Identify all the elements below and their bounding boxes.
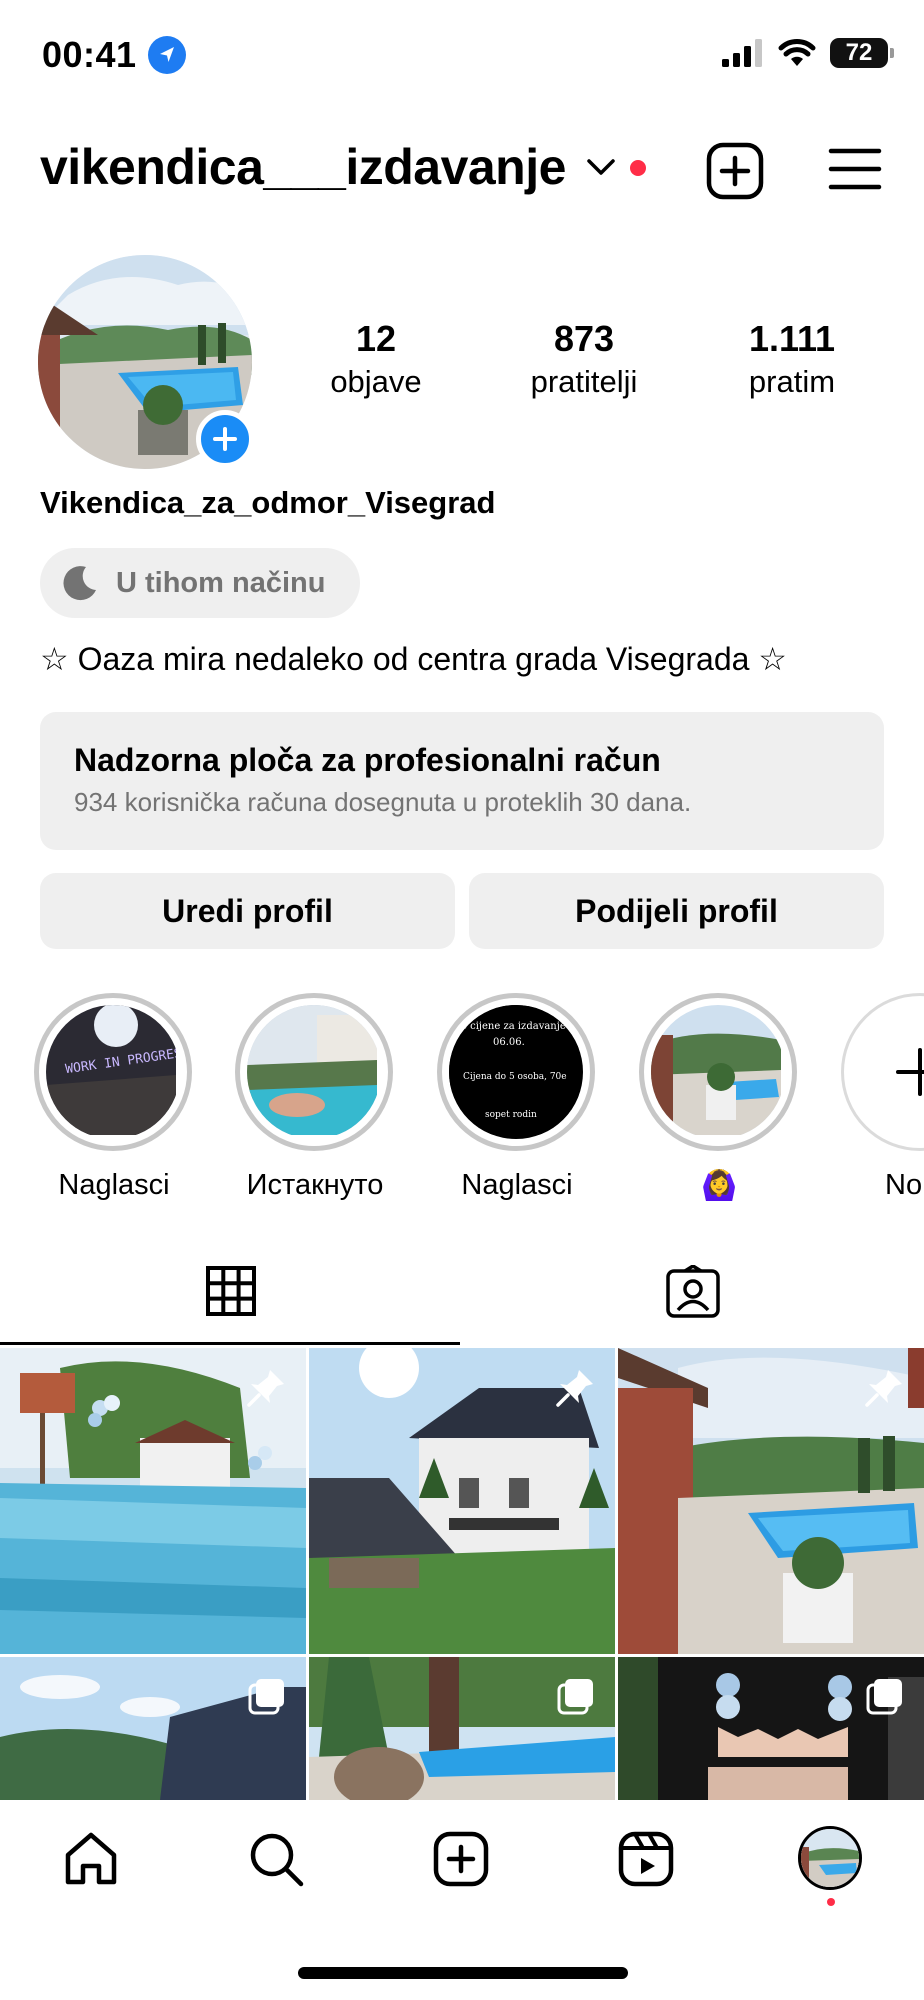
highlight-cover-line: Cijena do 5 osoba, 70e [463,1072,567,1082]
stat-posts[interactable]: 12 objave [276,318,476,400]
home-icon[interactable] [62,1830,120,1893]
highlight-label: Naglasci [461,1169,573,1201]
status-bar: 00:41 72 [0,0,924,110]
tagged-icon[interactable] [665,1264,721,1324]
highlight-item[interactable]: e cijene za izdavanje 06.06. Cijena do 5… [437,993,597,1202]
profile-header: vikendica___izdavanje [0,130,924,210]
new-highlight-button[interactable]: No [841,993,924,1202]
highlight-cover-line: e cijene za izdavanje [461,1021,566,1032]
add-story-button[interactable] [196,410,254,468]
post-tile[interactable] [618,1348,924,1654]
post-tile[interactable] [618,1657,924,1800]
profile-bio: ☆ Oaza mira nedaleko od centra grada Vis… [40,641,787,677]
following-label: pratim [748,364,836,399]
location-arrow-icon [148,36,186,74]
pin-icon [244,1366,288,1415]
carousel-icon [555,1675,597,1722]
home-indicator [298,1967,628,1979]
active-tab-indicator [0,1342,460,1345]
highlight-cover [651,1005,785,1139]
edit-profile-button[interactable]: Uredi profil [40,873,455,949]
stat-following[interactable]: 1.111 pratim [692,318,892,400]
notification-dot [630,160,646,176]
highlight-label: 🙆‍♀️ [700,1170,738,1202]
followers-count: 873 [553,318,615,359]
professional-dashboard[interactable]: Nadzorna ploča za profesionalni račun 93… [40,712,884,850]
wifi-icon [778,39,816,66]
highlight-cover-line: sopet rodin [485,1110,537,1120]
notification-dot [827,1898,835,1906]
moon-icon [60,563,100,603]
highlight-cover-line: 06.06. [493,1037,525,1048]
battery-indicator: 72 [830,38,894,68]
post-tile[interactable] [0,1348,306,1654]
carousel-icon [864,1675,906,1722]
quiet-mode-pill[interactable]: U tihom načinu [40,548,360,618]
pin-icon [553,1366,597,1415]
following-count: 1.111 [748,318,836,359]
display-name: Vikendica_za_odmor_Visegrad [40,485,496,520]
posts-count: 12 [355,318,397,359]
plus-square-icon[interactable] [706,142,764,205]
grid-icon[interactable] [205,1265,257,1322]
posts-label: objave [330,364,422,399]
followers-label: pratitelji [530,364,638,399]
highlight-cover [247,1005,381,1139]
carousel-icon [246,1675,288,1722]
highlight-item[interactable]: 🙆‍♀️ [639,993,799,1203]
highlight-label: No [885,1169,923,1201]
post-tile[interactable] [0,1657,306,1800]
highlight-cover: WORK IN PROGRESS [46,1005,180,1139]
create-icon[interactable] [432,1830,490,1893]
post-tile[interactable] [309,1348,615,1654]
share-profile-button[interactable]: Podijeli profil [469,873,884,949]
highlight-label: Истакнуто [246,1169,384,1201]
quiet-mode-label: U tihom načinu [116,566,326,599]
dashboard-subtitle: 934 korisnička računa dosegnuta u protek… [74,787,692,817]
post-tile[interactable] [309,1657,615,1800]
search-icon[interactable] [247,1830,305,1893]
chevron-down-icon[interactable] [585,156,617,183]
signal-icon [722,39,762,67]
highlight-cover: e cijene za izdavanje 06.06. Cijena do 5… [449,1005,583,1139]
dashboard-title: Nadzorna ploča za profesionalni račun [74,742,661,778]
pin-icon [862,1366,906,1415]
profile-avatar-nav[interactable] [798,1826,862,1890]
highlight-item[interactable]: Истакнуто [235,993,395,1202]
account-switcher-username[interactable]: vikendica___izdavanje [40,138,566,196]
highlight-label: Naglasci [58,1169,170,1201]
stat-followers[interactable]: 873 pratitelji [484,318,684,400]
plus-icon [896,1048,924,1096]
status-time: 00:41 [42,34,137,75]
reels-icon[interactable] [617,1830,675,1893]
highlight-item[interactable]: WORK IN PROGRESS Naglasci [34,993,194,1202]
menu-icon[interactable] [828,146,882,197]
status-indicators: 72 [722,38,894,68]
